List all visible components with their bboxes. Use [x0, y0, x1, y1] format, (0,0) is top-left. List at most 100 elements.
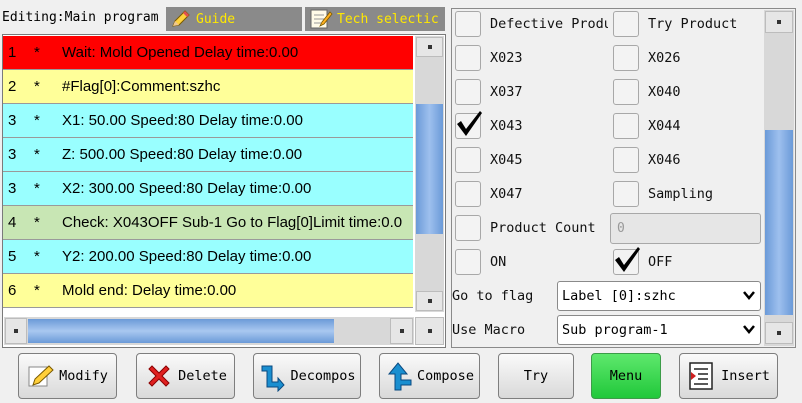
goto-flag-label: Go to flag	[452, 288, 534, 304]
row-text: Z: 500.00 Speed:80 Delay time:0.00	[62, 146, 303, 163]
compose-button[interactable]: Compose	[379, 353, 480, 399]
try-button[interactable]: Try	[498, 353, 574, 399]
defective-product-checkbox[interactable]	[455, 11, 481, 37]
row-text: X2: 300.00 Speed:80 Delay time:0.00	[62, 180, 312, 197]
x045-checkbox[interactable]	[455, 147, 481, 173]
insert-button-label: Insert	[721, 368, 770, 384]
program-row[interactable]: 4 * Check: X043OFF Sub-1 Go to Flag[0]Limi…	[3, 206, 413, 240]
product-count-field[interactable]: 0	[610, 213, 761, 244]
scroll-down-icon	[777, 331, 781, 335]
x040-label: X040	[648, 84, 681, 100]
x046-checkbox[interactable]	[613, 147, 639, 173]
row-marker: *	[34, 78, 40, 95]
chevron-down-icon	[743, 325, 755, 334]
menu-button[interactable]: Menu	[591, 353, 661, 399]
row-marker: *	[34, 214, 40, 231]
program-row[interactable]: 5 * Y2: 200.00 Speed:80 Delay time:0.00	[3, 240, 413, 274]
x044-checkbox[interactable]	[613, 113, 639, 139]
x040-checkbox[interactable]	[613, 79, 639, 105]
row-marker: *	[34, 180, 40, 197]
row-marker: *	[34, 282, 40, 299]
try-product-checkbox[interactable]	[613, 11, 639, 37]
corner-icon	[427, 329, 432, 333]
defective-product-label: Defective Product	[490, 16, 608, 32]
compose-arrow-icon	[387, 362, 412, 391]
row-marker: *	[34, 112, 40, 129]
list-scroll-up-button[interactable]	[416, 37, 443, 57]
delete-button[interactable]: Delete	[136, 353, 235, 399]
row-text: X1: 50.00 Speed:80 Delay time:0.00	[62, 112, 303, 129]
pencil-icon	[28, 365, 54, 387]
editing-label: Editing:Main program	[2, 10, 159, 25]
program-row[interactable]: 1 * Wait: Mold Opened Delay time:0.00	[3, 36, 413, 70]
use-macro-select[interactable]: Sub program-1	[557, 315, 761, 345]
guide-tab-label: Guide	[196, 11, 236, 27]
try-product-label: Try Product	[648, 16, 738, 32]
decompose-arrow-icon	[261, 365, 286, 392]
row-number: 4	[8, 214, 17, 231]
scroll-left-icon	[14, 329, 18, 333]
modify-button[interactable]: Modify	[18, 353, 117, 399]
x045-label: X045	[490, 152, 523, 168]
row-number: 6	[8, 282, 17, 299]
pencil-icon	[172, 10, 190, 27]
row-number: 2	[8, 78, 17, 95]
row-marker: *	[34, 248, 40, 265]
panel-scroll-down-button[interactable]	[765, 322, 793, 344]
try-button-label: Try	[523, 368, 549, 384]
on-label: ON	[490, 254, 507, 270]
delete-button-label: Delete	[178, 368, 227, 384]
program-row[interactable]: 3 * Z: 500.00 Speed:80 Delay time:0.00	[3, 138, 413, 172]
row-number: 3	[8, 112, 17, 129]
product-count-label: Product Count	[490, 220, 596, 236]
compose-button-label: Compose	[417, 368, 474, 384]
tech-selection-tab-label: Tech selectic	[337, 11, 439, 27]
x037-label: X037	[490, 84, 523, 100]
list-scroll-right-button[interactable]	[390, 318, 413, 344]
list-vertical-scroll-thumb[interactable]	[416, 103, 443, 234]
program-row[interactable]: 6 * Mold end: Delay time:0.00	[3, 274, 413, 308]
scroll-up-icon	[777, 20, 781, 24]
x043-checkbox[interactable]	[455, 111, 482, 139]
decompose-button[interactable]: Decompos	[253, 353, 361, 399]
product-count-checkbox[interactable]	[455, 215, 481, 241]
list-scroll-left-button[interactable]	[5, 318, 27, 344]
goto-flag-select[interactable]: Label [0]:szhc	[557, 281, 761, 311]
row-text: #Flag[0]:Comment:szhc	[62, 78, 221, 95]
use-macro-label: Use Macro	[452, 322, 526, 338]
panel-vertical-scroll-thumb[interactable]	[765, 130, 793, 315]
sampling-checkbox[interactable]	[613, 181, 639, 207]
x047-label: X047	[490, 186, 523, 202]
x026-checkbox[interactable]	[613, 45, 639, 71]
modify-button-label: Modify	[59, 368, 108, 384]
row-number: 1	[8, 44, 17, 61]
x023-label: X023	[490, 50, 523, 66]
off-label: OFF	[648, 254, 673, 270]
row-text: Mold end: Delay time:0.00	[62, 282, 237, 299]
use-macro-value: Sub program-1	[562, 322, 668, 338]
program-row[interactable]: 2 * #Flag[0]:Comment:szhc	[3, 70, 413, 104]
x023-checkbox[interactable]	[455, 45, 481, 71]
x037-checkbox[interactable]	[455, 79, 481, 105]
on-checkbox[interactable]	[455, 249, 481, 275]
list-horizontal-scroll-thumb[interactable]	[28, 319, 334, 343]
panel-scroll-up-button[interactable]	[765, 11, 793, 33]
insert-button[interactable]: Insert	[679, 353, 778, 399]
x043-label: X043	[490, 118, 523, 134]
scroll-up-icon	[427, 45, 432, 49]
scroll-down-icon	[427, 299, 432, 303]
x047-checkbox[interactable]	[455, 181, 481, 207]
scrollbar-corner	[415, 317, 444, 345]
row-number: 3	[8, 146, 17, 163]
x046-label: X046	[648, 152, 681, 168]
off-checkbox[interactable]	[613, 247, 640, 275]
guide-tab[interactable]: Guide	[166, 7, 302, 31]
list-scroll-down-button[interactable]	[416, 291, 443, 311]
sampling-label: Sampling	[648, 186, 714, 202]
tech-selection-tab[interactable]: Tech selectic	[305, 7, 445, 31]
program-list[interactable]: 1 * Wait: Mold Opened Delay time:0.00 2 * #Fl…	[3, 36, 413, 312]
row-text: Wait: Mold Opened Delay time:0.00	[62, 44, 299, 61]
program-row[interactable]: 3 * X2: 300.00 Speed:80 Delay time:0.00	[3, 172, 413, 206]
program-row[interactable]: 3 * X1: 50.00 Speed:80 Delay time:0.00	[3, 104, 413, 138]
checkmark-icon	[615, 247, 640, 272]
